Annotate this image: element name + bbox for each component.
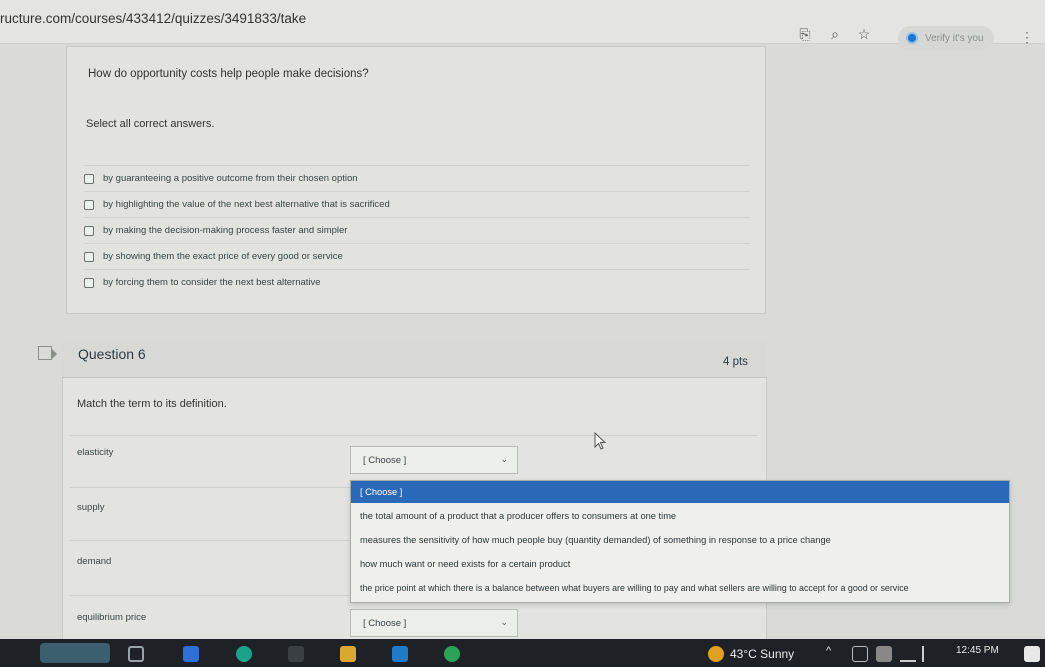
answer-option[interactable]: by guaranteeing a positive outcome from … xyxy=(84,165,750,191)
bookmark-star-icon[interactable]: ☆ xyxy=(855,25,873,43)
answer-checkbox[interactable] xyxy=(84,225,94,236)
answer-checkbox[interactable] xyxy=(84,173,94,184)
answer-checkbox[interactable] xyxy=(84,277,94,288)
answer-label: by guaranteeing a positive outcome from … xyxy=(103,173,358,184)
tray-app-icon[interactable] xyxy=(852,646,868,662)
dropdown-option[interactable]: how much want or need exists for a certa… xyxy=(351,553,1009,575)
notifications-icon[interactable] xyxy=(1024,646,1040,662)
profile-icon xyxy=(906,32,918,44)
match-term-equilibrium-price: equilibrium price xyxy=(77,612,147,623)
dropdown-option[interactable]: the price point at which there is a bala… xyxy=(351,577,1009,599)
select-value: [ Choose ] xyxy=(363,617,407,629)
question-5-text: How do opportunity costs help people mak… xyxy=(88,68,369,80)
row-divider xyxy=(70,435,758,436)
volume-icon[interactable] xyxy=(922,646,938,662)
browser-toolbar: ructure.com/courses/433412/quizzes/34918… xyxy=(0,0,1045,50)
zoom-icon[interactable]: ⌕ xyxy=(826,25,844,43)
app-icon[interactable] xyxy=(183,646,199,662)
file-explorer-icon[interactable] xyxy=(340,646,356,662)
chevron-down-icon: ⌄ xyxy=(500,617,508,627)
question-6-points: 4 pts xyxy=(723,356,748,368)
match-term-elasticity: elasticity xyxy=(77,447,114,458)
widgets-icon[interactable] xyxy=(40,643,110,663)
answer-option[interactable]: by showing them the exact price of every… xyxy=(84,243,750,269)
question-6-title: Question 6 xyxy=(78,346,146,362)
battery-icon[interactable] xyxy=(876,646,892,662)
select-value: [ Choose ] xyxy=(363,454,407,466)
match-term-supply: supply xyxy=(77,502,105,513)
match-term-demand: demand xyxy=(77,556,112,567)
edge-icon[interactable] xyxy=(236,646,252,662)
dropdown-option[interactable]: the total amount of a product that a pro… xyxy=(351,505,1009,527)
answer-label: by showing them the exact price of every… xyxy=(103,251,343,262)
answer-option[interactable]: by highlighting the value of the next be… xyxy=(84,191,750,217)
chevron-down-icon: ⌄ xyxy=(500,454,508,464)
question-5-instruction: Select all correct answers. xyxy=(86,118,215,130)
wifi-icon[interactable] xyxy=(900,646,916,662)
answer-label: by making the decision-making process fa… xyxy=(103,225,348,236)
taskbar-clock[interactable]: 12:45 PM xyxy=(956,645,999,656)
tray-chevron-icon[interactable]: ^ xyxy=(826,645,831,657)
taskbar: 43°C Sunny ^ xyxy=(0,639,1045,667)
answer-label: by forcing them to consider the next bes… xyxy=(103,277,321,288)
match-dropdown-list: [ Choose ] the total amount of a product… xyxy=(350,480,1010,603)
chrome-icon[interactable] xyxy=(444,646,460,662)
dropdown-option[interactable]: [ Choose ] xyxy=(351,481,1009,503)
address-bar-url[interactable]: ructure.com/courses/433412/quizzes/34918… xyxy=(0,11,306,26)
question-6-header xyxy=(62,341,767,378)
flag-question-icon[interactable] xyxy=(38,346,57,360)
word-icon[interactable] xyxy=(392,646,408,662)
store-icon[interactable] xyxy=(288,646,304,662)
weather-text: 43°C Sunny xyxy=(730,647,795,661)
weather-icon xyxy=(708,646,724,662)
answer-label: by highlighting the value of the next be… xyxy=(103,199,390,210)
answer-checkbox[interactable] xyxy=(84,199,94,210)
answer-option[interactable]: by forcing them to consider the next bes… xyxy=(84,269,750,295)
verify-identity-button[interactable]: Verify it's you xyxy=(898,26,994,50)
browser-menu-icon[interactable]: ⋮ xyxy=(1020,29,1034,46)
answer-checkbox[interactable] xyxy=(84,251,94,262)
match-select-elasticity[interactable]: [ Choose ] ⌄ xyxy=(350,446,518,474)
match-select-equilibrium-price[interactable]: [ Choose ] ⌄ xyxy=(350,609,518,637)
install-app-icon[interactable]: ⎘ xyxy=(796,25,814,43)
task-view-icon[interactable] xyxy=(128,646,144,662)
mouse-cursor-icon xyxy=(594,432,606,450)
answer-list: by guaranteeing a positive outcome from … xyxy=(84,165,750,295)
verify-label: Verify it's you xyxy=(925,32,984,44)
answer-option[interactable]: by making the decision-making process fa… xyxy=(84,217,750,243)
dropdown-option[interactable]: measures the sensitivity of how much peo… xyxy=(351,529,1009,551)
question-6-prompt: Match the term to its definition. xyxy=(77,398,227,410)
